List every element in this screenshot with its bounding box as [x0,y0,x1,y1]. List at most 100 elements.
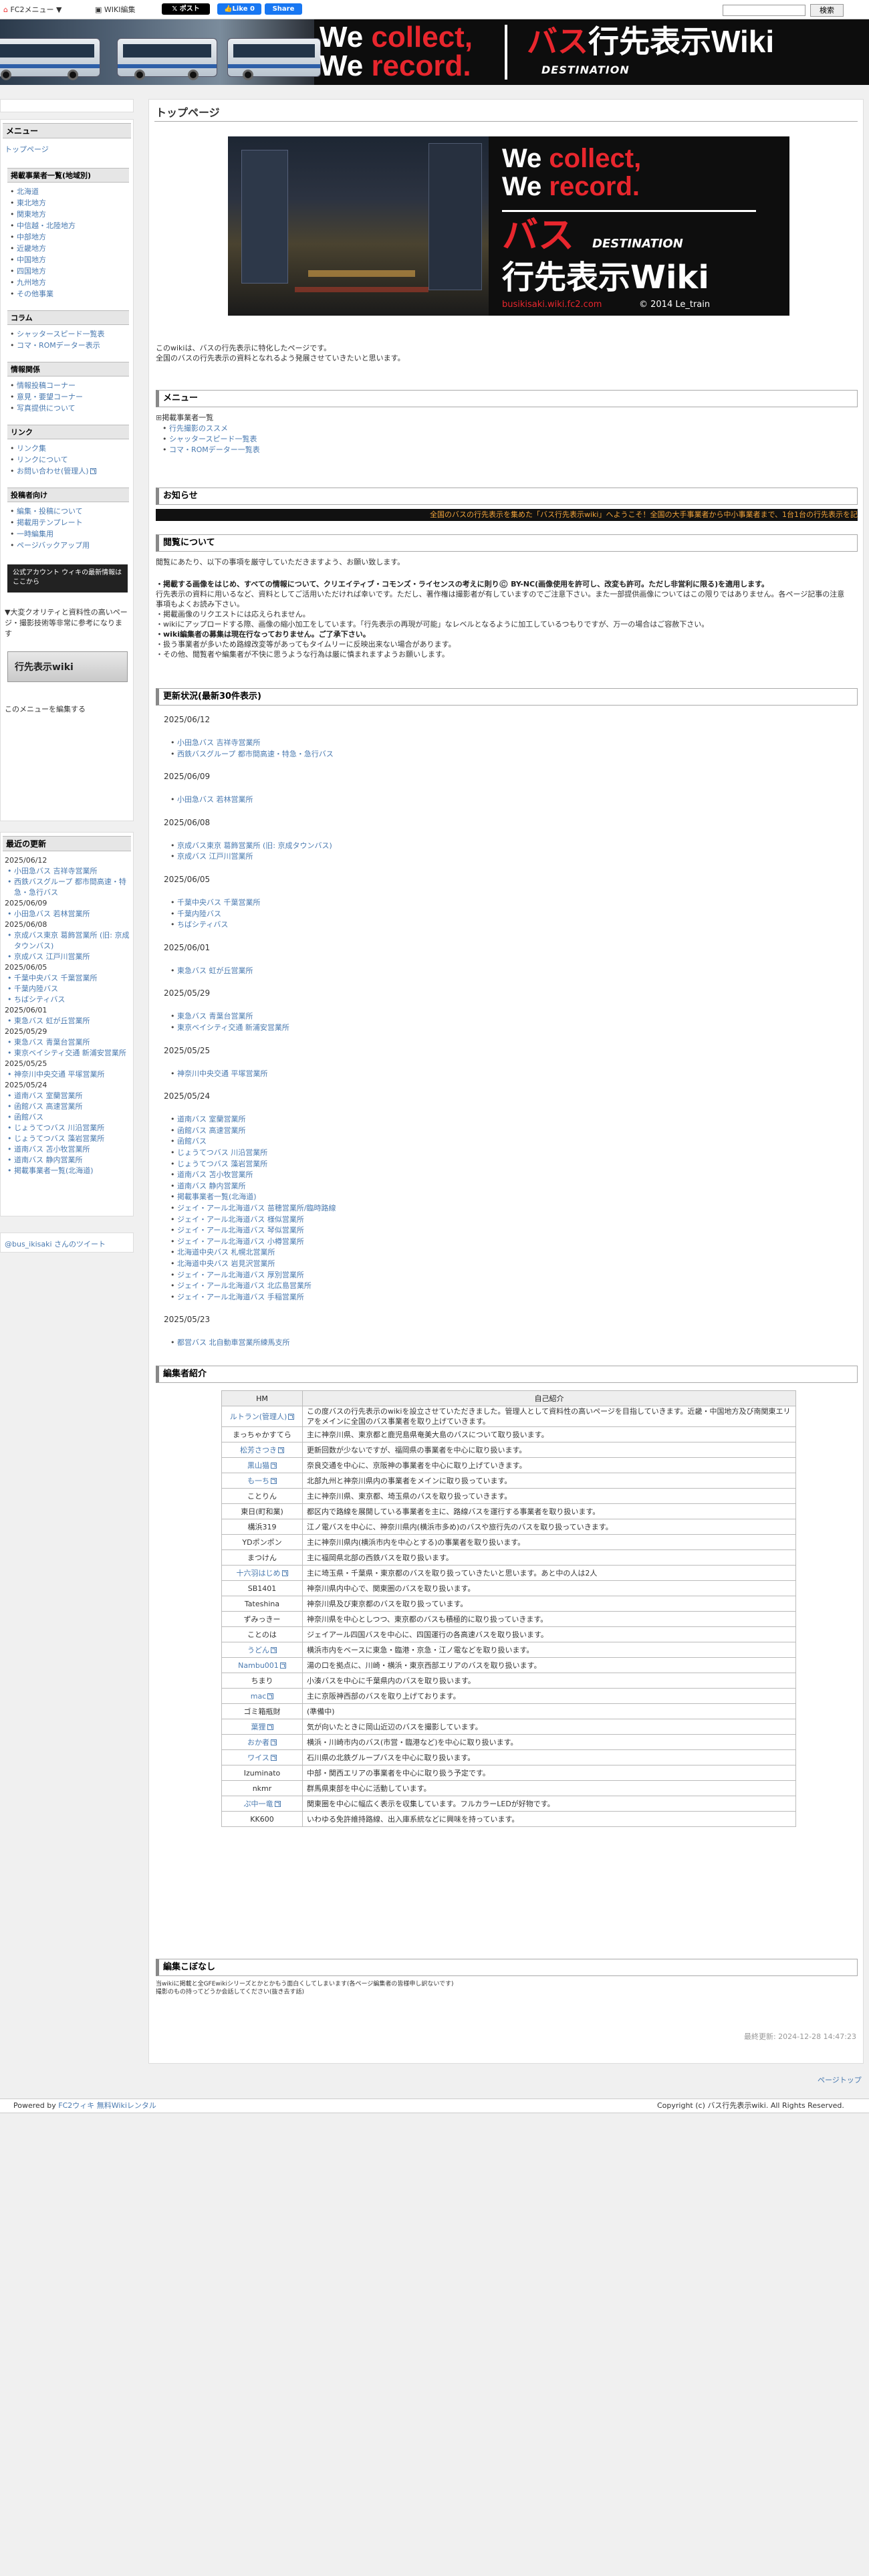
editor-name[interactable]: mac [221,1688,303,1704]
recent-item[interactable]: 京成バス東京 葛飾営業所 (旧: 京成タウンバス) [1,930,133,952]
editor-name[interactable]: 松芳さつき [221,1442,303,1458]
recent-item[interactable]: じょうてつバス 川沿営業所 [1,1123,133,1134]
recent-item[interactable]: 神奈川中央交通 平塚営業所 [1,1069,133,1080]
update-item[interactable]: 函館バス [170,1136,207,1146]
update-item[interactable]: 小田急バス 若林営業所 [170,794,253,804]
update-item[interactable]: じょうてつバス 川沿営業所 [170,1148,267,1158]
sidebar-top-link[interactable]: トップページ [5,145,49,154]
editor-name[interactable]: 十六羽はじめ [221,1565,303,1581]
editor-name[interactable]: おか者 [221,1734,303,1750]
recent-item[interactable]: 千葉中央バス 千葉営業所 [1,973,133,984]
wiki-edit-link[interactable]: ▣ WIKI編集 [95,4,135,15]
update-item[interactable]: ジェイ・アール北海道バス 琴似営業所 [170,1225,304,1235]
recent-item[interactable]: 函館バス [1,1112,133,1123]
update-item[interactable]: 東急バス 青葉台営業所 [170,1011,253,1021]
update-item[interactable]: 東急バス 虹が丘営業所 [170,966,253,976]
fc2-wiki-link[interactable]: FC2ウィキ 無料Wikiレンタル [58,2101,156,2110]
page-top-link[interactable]: ページトップ [818,2074,862,2085]
sidebar-item-region[interactable]: 関東地方 [1,209,133,220]
recent-item[interactable]: 京成バス 江戸川営業所 [1,952,133,962]
sidebar-item-info[interactable]: 写真提供について [1,403,133,414]
sidebar-item-region[interactable]: 中部地方 [1,231,133,243]
sidebar-item-region[interactable]: 九州地方 [1,277,133,288]
update-item[interactable]: 千葉内陸バス [170,909,221,919]
update-item[interactable]: 京成バス 江戸川営業所 [170,851,253,861]
like-button[interactable]: 👍Like 0 [217,3,261,15]
update-item[interactable]: ジェイ・アール北海道バス 小樽営業所 [170,1237,304,1247]
recent-item[interactable]: 小田急バス 若林営業所 [1,909,133,920]
update-item[interactable]: 西鉄バスグループ 都市間高速・特急・急行バス [170,749,334,759]
sidebar-item-region[interactable]: 北海道 [1,186,133,197]
update-item[interactable]: ジェイ・アール北海道バス 苗穂営業所/臨時路線 [170,1203,336,1213]
update-item[interactable]: 千葉中央バス 千葉営業所 [170,897,260,907]
recent-item[interactable]: ちばシティバス [1,994,133,1005]
recent-item[interactable]: 西鉄バスグループ 都市間高速・特急・急行バス [1,877,133,898]
update-item[interactable]: 都営バス 北自動車営業所練馬支所 [170,1337,289,1348]
editor-name[interactable]: も一ち [221,1473,303,1489]
sidebar-item-edit[interactable]: ページバックアップ用 [1,540,133,551]
sidebar-item-edit[interactable]: 一時編集用 [1,528,133,540]
sidebar-item-region[interactable]: 中信越・北陸地方 [1,220,133,231]
recent-item[interactable]: 小田急バス 吉祥寺営業所 [1,866,133,877]
twitter-banner[interactable]: 公式アカウント ウィキの最新情報はここから [7,564,128,593]
recent-item[interactable]: 掲載事業者一覧(北海道) [1,1166,133,1176]
sidebar-item-region[interactable]: 四国地方 [1,265,133,277]
editor-name[interactable]: ぷ中一竜 [221,1796,303,1812]
sidebar-item-link[interactable]: リンク集 [1,443,133,454]
site-banner[interactable]: We collect, We record. バス行先表示Wiki DESTIN… [0,19,869,85]
update-item[interactable]: 神奈川中央交通 平塚営業所 [170,1069,267,1079]
update-item[interactable]: 道南バス 静内営業所 [170,1181,245,1191]
sidebar-item-edit[interactable]: 掲載用テンプレート [1,517,133,528]
search-input[interactable] [723,5,805,16]
sidebar-item-region[interactable]: その他事業 [1,288,133,300]
sidebar-item-region[interactable]: 近畿地方 [1,243,133,254]
menu-item[interactable]: 行先撮影のススメ [162,423,228,433]
recent-item[interactable]: 東急バス 青葉台営業所 [1,1037,133,1048]
update-item[interactable]: 京成バス東京 葛飾営業所 (旧: 京成タウンバス) [170,841,332,851]
update-item[interactable]: ジェイ・アール北海道バス 北広島営業所 [170,1281,312,1291]
update-item[interactable]: 函館バス 高速営業所 [170,1125,245,1136]
recent-item[interactable]: 道南バス 静内営業所 [1,1155,133,1166]
update-item[interactable]: ジェイ・アール北海道バス 様似営業所 [170,1214,304,1224]
edit-menu-link[interactable]: このメニューを編集する [5,704,129,714]
menu-item[interactable]: シャッタースピード一覧表 [162,434,257,444]
recent-item[interactable]: じょうてつバス 藻岩営業所 [1,1134,133,1144]
editor-name[interactable]: 葉狸 [221,1719,303,1735]
recent-item[interactable]: 函館バス 高速営業所 [1,1101,133,1112]
update-item[interactable]: 北海道中央バス 札幌北営業所 [170,1247,275,1257]
sidebar-item-edit[interactable]: 編集・投稿について [1,506,133,517]
update-item[interactable]: 道南バス 室蘭営業所 [170,1114,245,1124]
sidebar-item-column[interactable]: シャッタースピード一覧表 [1,328,133,340]
update-item[interactable]: ジェイ・アール北海道バス 手稲営業所 [170,1292,304,1302]
update-item[interactable]: じょうてつバス 藻岩営業所 [170,1159,267,1169]
recent-item[interactable]: 東急バス 虹が丘営業所 [1,1016,133,1027]
sidebar-item-link[interactable]: リンクについて [1,454,133,465]
update-item[interactable]: ジェイ・アール北海道バス 厚別営業所 [170,1270,304,1280]
update-item[interactable]: 掲載事業者一覧(北海道) [170,1192,257,1202]
recent-item[interactable]: 道南バス 室蘭営業所 [1,1091,133,1101]
update-item[interactable]: 北海道中央バス 岩見沢営業所 [170,1259,275,1269]
sidebar-item-info[interactable]: 情報投稿コーナー [1,380,133,391]
sidebar-item-info[interactable]: 意見・要望コーナー [1,391,133,403]
wiki-banner[interactable]: 行先表示wiki [7,651,128,682]
tweets-link[interactable]: @bus_ikisaki さんのツイート [5,1240,106,1249]
recent-item[interactable]: 東京ベイシティ交通 新浦安営業所 [1,1048,133,1059]
search-button[interactable]: 検索 [810,4,844,17]
update-item[interactable]: 東京ベイシティ交通 新浦安営業所 [170,1023,289,1033]
editor-name[interactable]: Nambu001 [221,1657,303,1673]
update-item[interactable]: ちばシティバス [170,920,228,930]
editor-name[interactable]: うどん [221,1642,303,1658]
x-post-button[interactable]: 𝕏 ポスト [162,3,210,15]
share-button[interactable]: Share [265,3,302,15]
sidebar-item-region[interactable]: 中国地方 [1,254,133,265]
editor-name[interactable]: ワイス [221,1749,303,1765]
update-item[interactable]: 道南バス 苫小牧営業所 [170,1170,253,1180]
fc2-menu[interactable]: ⌂ FC2メニュー ▼ [3,4,61,15]
editor-name[interactable]: ルトラン(管理人) [221,1406,303,1427]
recent-item[interactable]: 千葉内陸バス [1,984,133,994]
update-item[interactable]: 小田急バス 吉祥寺営業所 [170,738,260,748]
menu-item-operators[interactable]: ⊞掲載事業者一覧 [156,413,213,423]
menu-item[interactable]: コマ・ROMデーター一覧表 [162,445,260,455]
sidebar-item-contact[interactable]: お問い合わせ(管理人) [1,465,133,477]
sidebar-item-region[interactable]: 東北地方 [1,197,133,209]
